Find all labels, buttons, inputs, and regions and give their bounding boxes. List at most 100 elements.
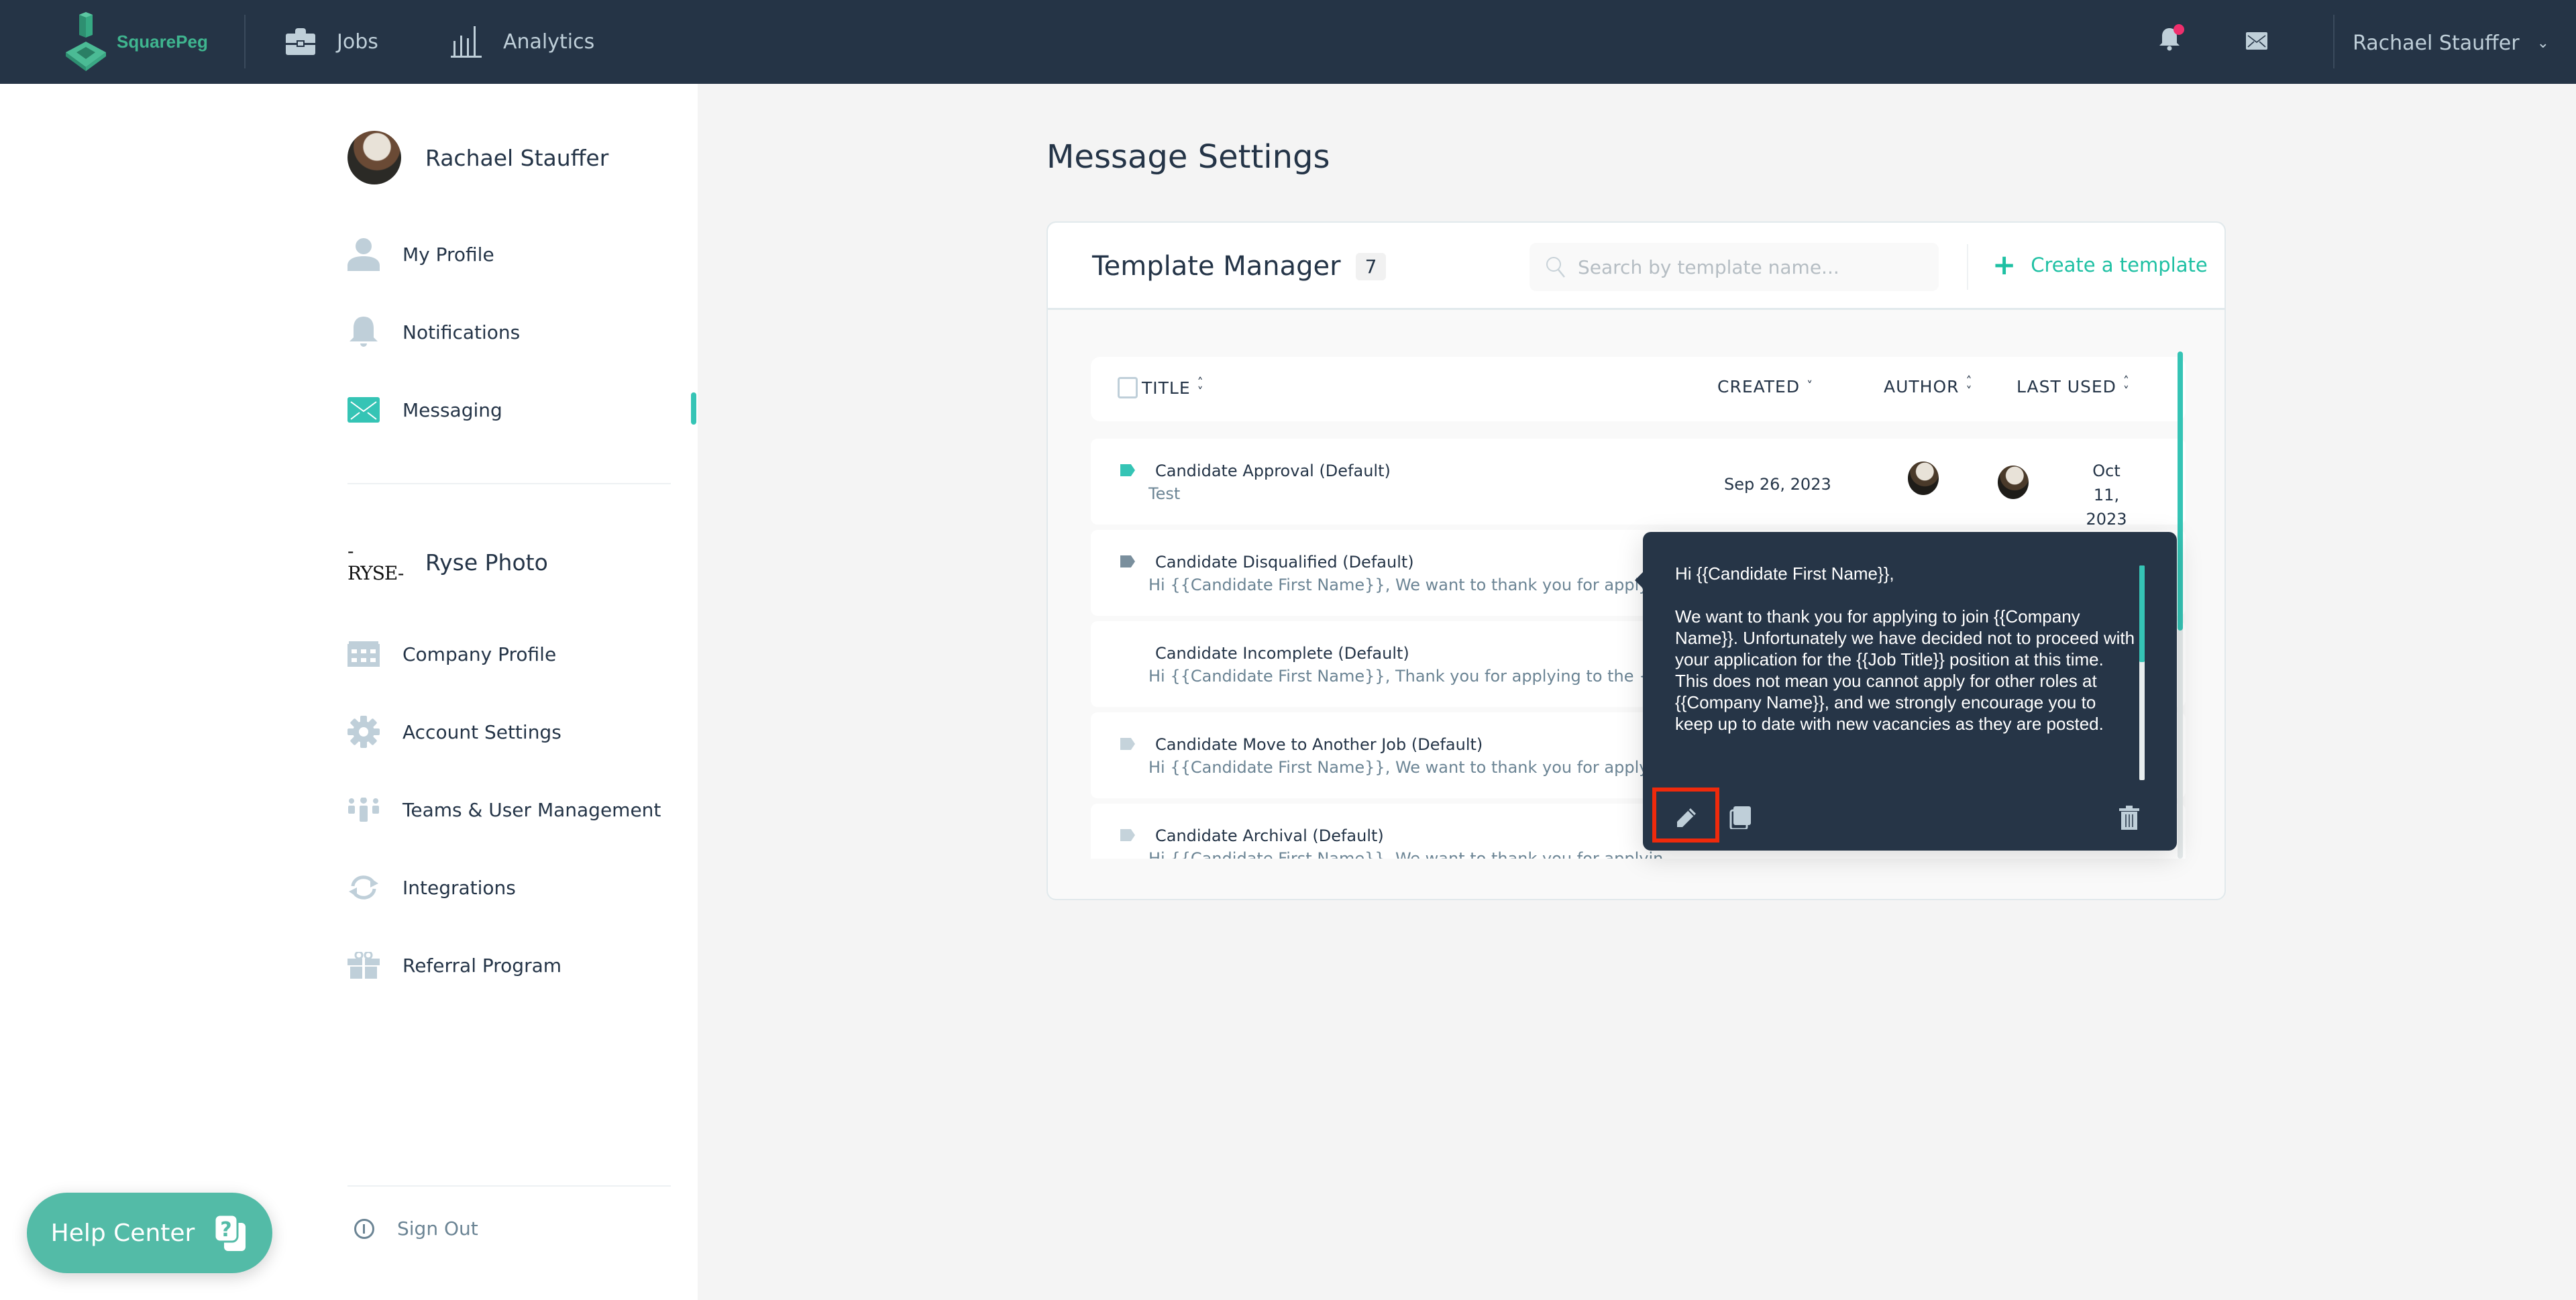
sidebar-item-my-profile[interactable]: My Profile <box>347 234 696 274</box>
delete-template-button[interactable] <box>2112 801 2146 834</box>
page-title: Message Settings <box>1046 138 1330 176</box>
sidebar-item-notifications[interactable]: Notifications <box>347 312 696 352</box>
table-scrollbar-thumb[interactable] <box>2178 351 2183 631</box>
popover-message-body: Hi {{Candidate First Name}}, We want to … <box>1675 563 2135 734</box>
template-preview: Test <box>1148 484 1181 503</box>
tag-icon <box>1120 555 1135 567</box>
create-template-button[interactable]: + Create a template <box>1992 251 2208 279</box>
column-last-used-label: LAST USED <box>2017 377 2116 396</box>
column-last-used[interactable]: LAST USED ˄ ˅ <box>2017 374 2130 398</box>
popover-scrollbar-thumb[interactable] <box>2139 565 2145 662</box>
tag-icon <box>1120 464 1135 476</box>
created-date: Sep 26, 2023 <box>1724 475 1831 494</box>
gear-icon <box>347 716 380 748</box>
user-icon <box>347 238 380 271</box>
column-title-label: TITLE <box>1142 378 1191 398</box>
profile-header: Rachael Stauffer <box>347 131 608 184</box>
sign-out-label: Sign Out <box>397 1217 478 1240</box>
sidebar-item-label: Integrations <box>402 876 516 899</box>
header-divider <box>244 15 246 68</box>
notifications-button[interactable] <box>2159 24 2184 54</box>
sort-icon: ˄ ˅ <box>1197 375 1204 399</box>
gift-icon <box>347 949 380 981</box>
last-used-avatar <box>1998 466 2029 499</box>
brand-name: SquarePeg <box>117 31 208 52</box>
template-manager-title: Template Manager 7 <box>1092 251 1387 282</box>
sidebar-item-teams[interactable]: Teams & User Management <box>347 790 696 830</box>
sort-desc-icon: ˅ <box>1807 379 1814 394</box>
help-chat-icon: ? <box>213 1213 248 1252</box>
select-all-checkbox[interactable] <box>1118 377 1138 398</box>
sync-icon <box>347 871 380 904</box>
notification-badge <box>2174 24 2184 35</box>
envelope-icon <box>347 394 380 426</box>
last-used-date: Oct 11, 2023 <box>2086 462 2127 529</box>
company-header: -RYSE- Ryse Photo <box>347 540 548 584</box>
help-center-label: Help Center <box>50 1219 195 1247</box>
building-icon <box>347 638 380 670</box>
sidebar-item-label: Teams & User Management <box>402 798 661 821</box>
copy-icon <box>1729 806 1751 829</box>
nav-analytics[interactable]: Analytics <box>451 20 594 63</box>
top-navigation-bar: SquarePeg Jobs Analytics Rachael Stauffe… <box>0 0 2576 84</box>
create-template-label: Create a template <box>2031 254 2208 276</box>
template-search[interactable] <box>1529 243 1939 291</box>
template-preview-popover: Hi {{Candidate First Name}}, We want to … <box>1635 532 2177 851</box>
template-manager-header: Template Manager 7 + Create a template <box>1048 223 2224 310</box>
popover-scrollbar[interactable] <box>2139 565 2145 780</box>
team-icon <box>347 794 380 826</box>
table-row[interactable]: Candidate Approval (Default) Test Sep 26… <box>1091 439 2186 529</box>
author-avatar <box>1908 462 1939 495</box>
table-scrollbar[interactable] <box>2178 351 2183 859</box>
avatar <box>347 131 401 184</box>
tag-icon <box>1120 829 1135 841</box>
svg-text:?: ? <box>221 1218 232 1242</box>
sidebar-item-label: Messaging <box>402 398 502 421</box>
template-title: Candidate Incomplete (Default) <box>1155 644 1409 663</box>
sidebar-item-label: Company Profile <box>402 643 557 665</box>
template-title: Candidate Archival (Default) <box>1155 826 1384 845</box>
plus-icon: + <box>1992 248 2017 281</box>
template-preview: Hi {{Candidate First Name}}, Thank you f… <box>1148 667 1685 686</box>
company-name: Ryse Photo <box>425 549 548 576</box>
sidebar-item-company-profile[interactable]: Company Profile <box>347 634 696 674</box>
profile-name: Rachael Stauffer <box>425 144 609 171</box>
edit-template-button[interactable] <box>1670 801 1703 834</box>
briefcase-icon <box>284 27 317 56</box>
sort-icon: ˄ ˅ <box>2123 374 2130 398</box>
template-preview: Hi {{Candidate First Name}}, We want to … <box>1148 576 1685 594</box>
user-menu-name: Rachael Stauffer <box>2353 31 2520 55</box>
squarepeg-logo[interactable]: SquarePeg <box>64 12 212 71</box>
sidebar-divider <box>347 483 671 484</box>
sidebar-item-label: Account Settings <box>402 720 561 743</box>
sidebar-item-messaging[interactable]: Messaging <box>347 390 696 430</box>
column-author[interactable]: AUTHOR ˄ ˅ <box>1884 374 1973 398</box>
messages-button[interactable] <box>2246 32 2267 52</box>
header-divider <box>1967 244 1968 290</box>
nav-jobs-label: Jobs <box>337 30 378 54</box>
duplicate-template-button[interactable] <box>1723 801 1757 834</box>
column-created-label: CREATED <box>1717 377 1801 396</box>
header-divider-right <box>2333 15 2334 68</box>
nav-jobs[interactable]: Jobs <box>284 20 378 63</box>
settings-sidebar: Rachael Stauffer My Profile Notification… <box>0 84 698 1300</box>
help-center-button[interactable]: Help Center ? <box>27 1193 272 1273</box>
column-created[interactable]: CREATED ˅ <box>1717 377 1813 396</box>
user-menu[interactable]: Rachael Stauffer ⌄ <box>2353 27 2549 59</box>
sidebar-item-account-settings[interactable]: Account Settings <box>347 712 696 752</box>
sidebar-divider-bottom <box>347 1185 671 1187</box>
sidebar-item-referral-program[interactable]: Referral Program <box>347 945 696 985</box>
search-icon <box>1546 257 1565 278</box>
active-indicator <box>691 392 696 425</box>
column-title[interactable]: TITLE ˄ ˅ <box>1118 375 1204 399</box>
template-search-input[interactable] <box>1578 256 1913 278</box>
sidebar-item-integrations[interactable]: Integrations <box>347 867 696 908</box>
trash-icon <box>2119 806 2139 830</box>
sort-icon: ˄ ˅ <box>1966 374 1973 398</box>
template-count-badge: 7 <box>1355 252 1387 280</box>
sidebar-item-label: Referral Program <box>402 954 562 977</box>
template-title: Candidate Approval (Default) <box>1155 462 1391 480</box>
column-author-label: AUTHOR <box>1884 377 1960 396</box>
sign-out-button[interactable]: Sign Out <box>354 1217 478 1240</box>
squarepeg-logo-icon <box>66 12 106 71</box>
